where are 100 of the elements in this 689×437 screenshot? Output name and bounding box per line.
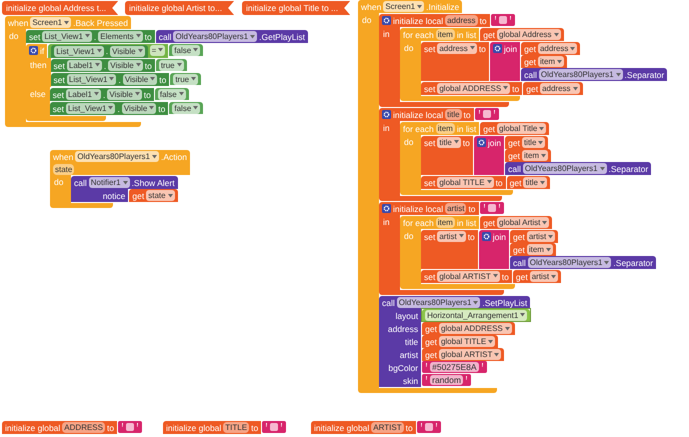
variable-block[interactable]: get item xyxy=(521,55,568,68)
dropdown-field[interactable]: global ARTIST xyxy=(438,349,502,360)
variable-block[interactable]: initialize local title to in for each item in list get global Title do set title to join get title get item call OldYears80Players1 .Separator set global TITLE to get title xyxy=(379,108,652,201)
variable-block[interactable]: get address xyxy=(521,42,580,55)
dropdown-field[interactable]: global TITLE xyxy=(438,336,496,347)
dropdown-field[interactable]: Visible xyxy=(110,46,145,56)
gear-icon[interactable] xyxy=(382,16,391,24)
variable-block[interactable]: get global Title xyxy=(480,122,550,135)
event-block[interactable] xyxy=(5,16,308,127)
method-call-block[interactable]: call OldYears80Players1 .Separator xyxy=(510,256,656,269)
logic-block[interactable]: false xyxy=(169,102,204,114)
control-block[interactable]: if List_View1 . Visible = false then set Label1 . Visible to true set List_View1 . Visible to true else set Label1 . Visible to false set List_View1 . Visible to false xyxy=(26,44,204,121)
dropdown-field[interactable]: address xyxy=(538,43,578,54)
dropdown-field[interactable]: Screen1 xyxy=(383,1,424,12)
method-call-block[interactable]: call OldYears80Players1 .Separator xyxy=(505,162,652,175)
dropdown-field[interactable]: global Title xyxy=(497,123,546,134)
logic-block[interactable]: false xyxy=(154,88,189,100)
variable-block[interactable]: get global ADDRESS xyxy=(422,322,515,335)
method-call-block[interactable]: call OldYears80Players1 .SetPlayList layout Horizontal_Arrangement1 address get global ADDRESS title get global TITLE artist get global ARTIST bgColor #50275E8A skin random xyxy=(379,296,530,387)
dropdown-field[interactable]: OldYears80Players1 xyxy=(396,297,480,308)
logic-block[interactable]: true xyxy=(156,59,187,71)
variable-block[interactable]: get title xyxy=(505,136,548,149)
dropdown-field[interactable]: Label1 xyxy=(66,88,101,100)
variable-block[interactable]: get item xyxy=(505,149,552,162)
dropdown-field[interactable]: address xyxy=(437,42,477,54)
dropdown-field[interactable]: = xyxy=(150,44,166,56)
variable-name-field[interactable]: title xyxy=(445,108,462,120)
dropdown-field[interactable]: OldYears80Players1 xyxy=(173,31,258,42)
gear-icon[interactable] xyxy=(382,110,391,118)
dropdown-field[interactable]: Visible xyxy=(107,88,142,100)
dropdown-field[interactable]: global ARTIST xyxy=(437,270,500,282)
dropdown-field[interactable]: true xyxy=(158,60,184,70)
dropdown-field[interactable]: title xyxy=(437,136,461,148)
gear-icon[interactable] xyxy=(382,204,391,212)
dropdown-field[interactable]: List_View1 xyxy=(66,74,116,84)
gear-icon[interactable] xyxy=(482,232,491,240)
dropdown-field[interactable]: List_View1 xyxy=(54,46,104,56)
variable-name-field[interactable]: ADDRESS xyxy=(62,422,105,432)
method-call-block[interactable]: call OldYears80Players1 .GetPlayList xyxy=(156,30,308,43)
variable-block[interactable]: get artist xyxy=(510,230,558,243)
dropdown-field[interactable]: false xyxy=(172,102,200,114)
dropdown-field[interactable]: Elements xyxy=(98,30,143,42)
gear-icon[interactable] xyxy=(492,44,502,52)
dropdown-field[interactable]: artist xyxy=(530,271,558,282)
dropdown-field[interactable]: OldYears80Players1 xyxy=(75,151,159,162)
variable-name-field[interactable]: item xyxy=(436,122,455,134)
dropdown-field[interactable]: item xyxy=(522,150,548,161)
variable-block[interactable]: get title xyxy=(506,176,550,189)
dropdown-field[interactable]: global Address xyxy=(497,29,561,40)
variable-name-field[interactable]: TITLE xyxy=(223,422,250,432)
dropdown-field[interactable]: Screen1 xyxy=(30,17,72,28)
logic-block[interactable]: true xyxy=(170,73,202,85)
variable-name-field[interactable]: item xyxy=(436,216,455,228)
method-call-block[interactable]: call OldYears80Players1 .Separator xyxy=(521,68,668,81)
logic-block[interactable]: false xyxy=(169,44,204,56)
variable-name-field[interactable]: address xyxy=(445,14,478,26)
dropdown-field[interactable]: global Artist xyxy=(497,217,550,228)
event-block[interactable] xyxy=(358,0,668,393)
control-block[interactable]: for each item in list get global Address do set address to join get address get item call OldYears80Players1 .Separator set global ADDRESS to get address xyxy=(400,28,668,101)
dropdown-field[interactable]: true xyxy=(173,74,198,84)
dropdown-field[interactable]: Visible xyxy=(122,74,158,84)
dropdown-field[interactable]: item xyxy=(526,244,553,255)
dropdown-field[interactable]: OldYears80Players1 xyxy=(528,257,612,268)
variable-block[interactable]: initialize local artist to in for each item in list get global Artist do set artist to join get artist get item call OldYears80Players1 .Separator set global ARTIST to get artist xyxy=(379,202,656,295)
control-block[interactable]: for each item in list get global Title do set title to join get title get item call OldYears80Players1 .Separator set global TITLE to get title xyxy=(400,122,652,195)
variable-block[interactable]: get address xyxy=(523,82,583,95)
dropdown-field[interactable]: artist xyxy=(526,231,556,242)
component-block[interactable]: set List_View1 . Elements to call OldYears80Players1 .GetPlayList xyxy=(26,30,308,43)
variable-block[interactable]: get global TITLE xyxy=(422,335,498,348)
control-block[interactable]: for each item in list get global Artist do set artist to join get artist get item call OldYears80Players1 .Separator set global ARTIST to get artist xyxy=(400,216,656,289)
dropdown-field[interactable]: global ADDRESS xyxy=(438,323,512,334)
event-block[interactable]: when OldYears80Players1 .Action state do call Notifier1 .Show Alert notice get state xyxy=(50,150,190,208)
variable-block[interactable]: get item xyxy=(510,243,556,256)
variable-block[interactable]: get global ARTIST xyxy=(422,348,504,361)
variable-block[interactable]: get global Artist xyxy=(480,216,552,229)
variable-block[interactable]: get global Address xyxy=(480,28,564,41)
text-field[interactable]: #50275E8A xyxy=(430,362,479,372)
dropdown-field[interactable]: Notifier1 xyxy=(88,177,130,188)
dropdown-field[interactable]: item xyxy=(538,56,564,67)
dropdown-field[interactable]: List_View1 xyxy=(42,30,92,42)
dropdown-field[interactable]: address xyxy=(540,83,580,94)
variable-name-field[interactable]: ARTIST xyxy=(371,422,404,432)
component-block[interactable]: List_View1 . Visible xyxy=(51,44,148,58)
variable-block[interactable]: get artist xyxy=(512,270,562,283)
dropdown-field[interactable]: false xyxy=(158,88,186,100)
dropdown-field[interactable]: global ADDRESS xyxy=(437,82,510,94)
dropdown-field[interactable]: title xyxy=(523,177,547,188)
dropdown-field[interactable]: Visible xyxy=(122,102,156,114)
variable-name-field[interactable]: state xyxy=(53,164,74,174)
gear-icon[interactable] xyxy=(476,138,486,146)
variable-block[interactable]: initialize local address to in for each item in list get global Address do set address to join get address get item call OldYears80Players1 .Separator set global ADDRESS to get address xyxy=(379,14,668,107)
text-field[interactable]: random xyxy=(430,375,463,385)
dropdown-field[interactable]: Label1 xyxy=(66,60,102,70)
dropdown-field[interactable]: title xyxy=(522,137,546,148)
dropdown-field[interactable]: OldYears80Players1 xyxy=(522,163,607,174)
dropdown-field[interactable]: state xyxy=(146,190,175,201)
dropdown-field[interactable]: global TITLE xyxy=(437,176,494,188)
dropdown-field[interactable]: List_View1 xyxy=(66,102,116,114)
variable-name-field[interactable]: item xyxy=(436,28,455,40)
dropdown-field[interactable]: false xyxy=(172,44,200,56)
